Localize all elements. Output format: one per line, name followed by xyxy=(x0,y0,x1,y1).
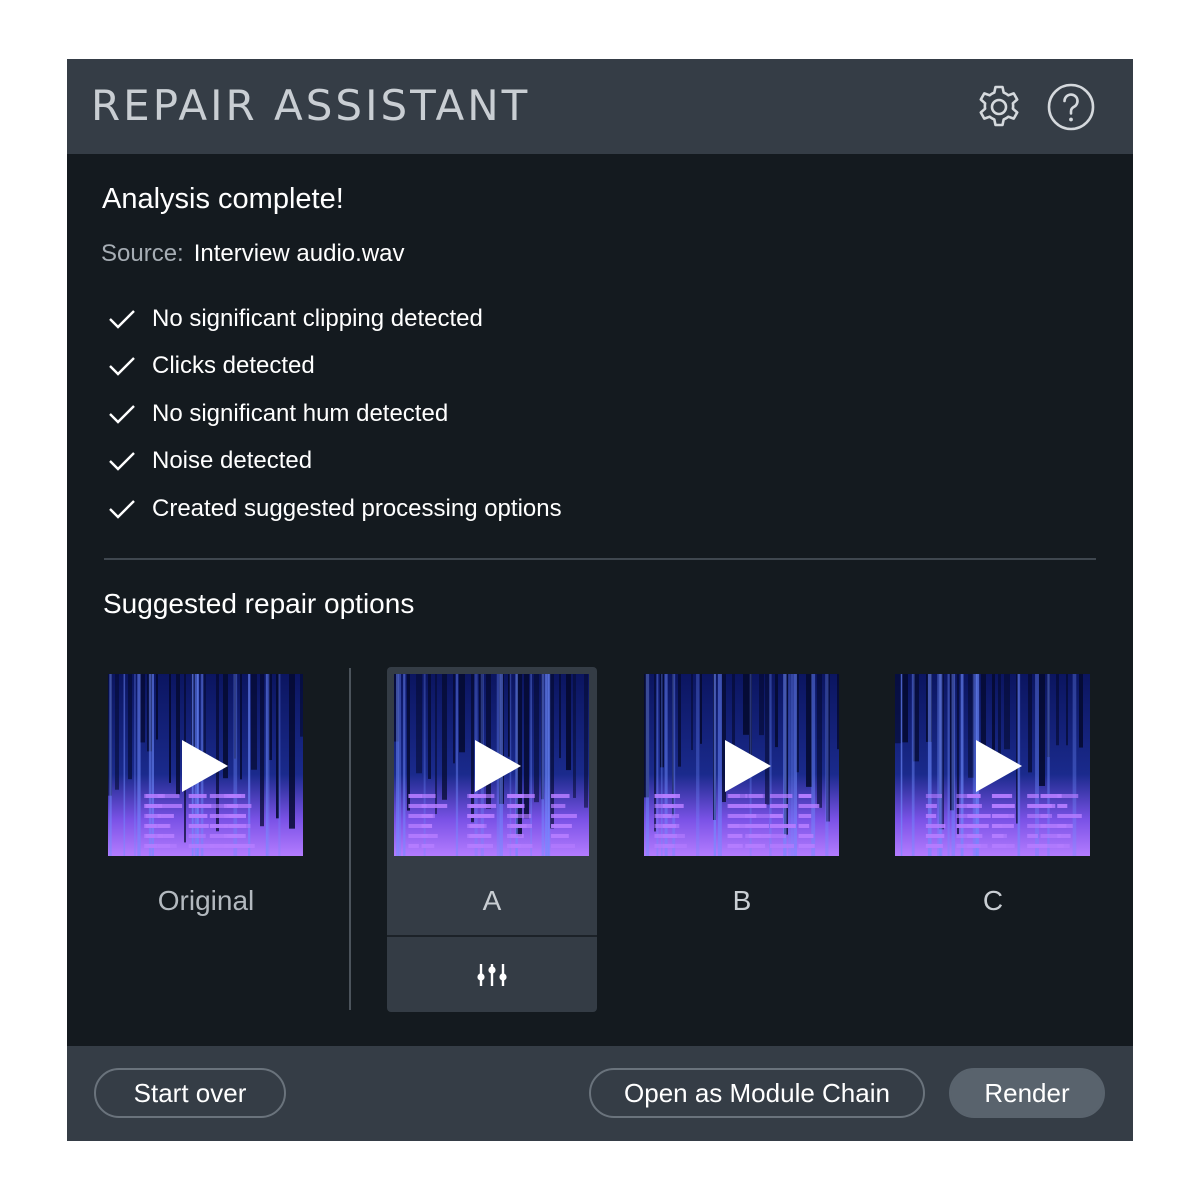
checkmark-icon xyxy=(109,309,135,329)
check-item-label: Created suggested processing options xyxy=(152,494,562,522)
analysis-heading: Analysis complete! xyxy=(102,183,344,215)
suggestions-heading: Suggested repair options xyxy=(103,588,415,619)
option-label: A xyxy=(482,885,502,916)
check-item-label: No significant clipping detected xyxy=(152,304,483,332)
play-icon[interactable] xyxy=(976,740,1022,792)
adjust-settings-button[interactable] xyxy=(387,937,597,1012)
check-item-label: Clicks detected xyxy=(152,352,315,380)
check-item-label: No significant hum detected xyxy=(152,399,449,427)
option-label: Original xyxy=(157,885,255,916)
play-icon[interactable] xyxy=(725,740,771,792)
render-button[interactable]: Render xyxy=(949,1068,1105,1118)
option-label: B xyxy=(732,885,752,916)
footer-bar: Start over Open as Module Chain Render xyxy=(67,1046,1133,1141)
play-icon[interactable] xyxy=(182,740,228,792)
checkmark-icon xyxy=(109,404,135,424)
repair-assistant-window: REPAIR ASSISTANT Analysis complete! Sour… xyxy=(67,59,1133,1141)
check-item: No significant clipping detected xyxy=(107,295,562,343)
start-over-button[interactable]: Start over xyxy=(94,1068,286,1118)
analysis-checklist: No significant clipping detected Clicks … xyxy=(107,295,562,533)
sliders-icon xyxy=(477,963,507,986)
checkmark-icon xyxy=(109,452,135,471)
check-item-label: Noise detected xyxy=(152,447,313,475)
window-title: REPAIR ASSISTANT xyxy=(91,81,531,130)
section-divider xyxy=(104,558,1096,560)
option-label: C xyxy=(982,885,1004,916)
option-a[interactable]: A xyxy=(387,667,597,1012)
options-separator xyxy=(349,668,351,1010)
gear-icon[interactable] xyxy=(973,81,1025,133)
play-icon[interactable] xyxy=(475,740,521,792)
help-circle-icon[interactable] xyxy=(1045,81,1097,133)
check-item: Created suggested processing options xyxy=(107,485,562,533)
checkmark-icon xyxy=(109,357,135,376)
source-line: Source: Interview audio.wav xyxy=(101,239,405,269)
open-module-chain-button[interactable]: Open as Module Chain xyxy=(589,1068,925,1118)
source-filename: Interview audio.wav xyxy=(193,240,405,267)
check-item: Noise detected xyxy=(107,438,562,486)
source-label: Source: xyxy=(101,240,184,267)
check-item: No significant hum detected xyxy=(107,390,562,438)
title-bar: REPAIR ASSISTANT xyxy=(67,59,1133,154)
checkmark-icon xyxy=(109,499,135,519)
check-item: Clicks detected xyxy=(107,343,562,391)
